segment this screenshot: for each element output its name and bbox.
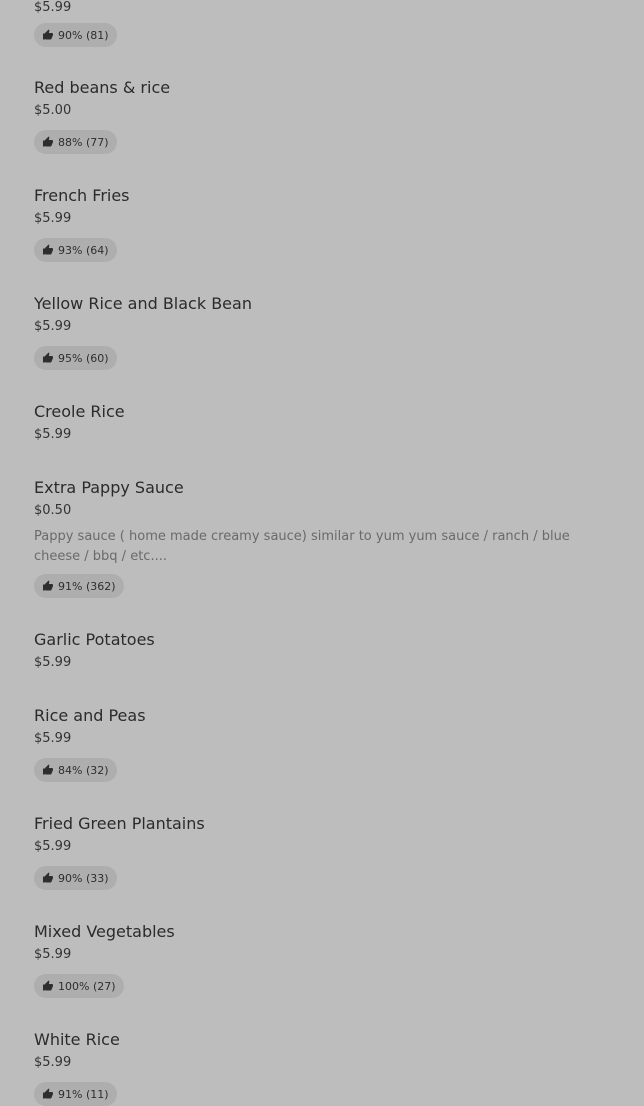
thumbs-up-icon xyxy=(42,29,54,41)
item-price: $0.50 xyxy=(34,503,72,518)
rating-badge: 91% (362) xyxy=(34,574,124,598)
item-description: Pappy sauce ( home made creamy sauce) si… xyxy=(34,529,570,564)
rating-text: 91% (11) xyxy=(58,1087,109,1101)
thumbs-up-icon xyxy=(42,764,54,776)
item-name: Red beans & rice xyxy=(34,78,171,97)
rating-badge: 91% (11) xyxy=(34,1082,117,1106)
item-price: $5.99 xyxy=(34,731,72,746)
rating-badge: 95% (60) xyxy=(34,346,117,370)
rating-badge: 90% (81) xyxy=(34,23,117,47)
rating-text: 100% (27) xyxy=(58,979,116,993)
thumbs-up-icon xyxy=(42,244,54,256)
item-name: Yellow Rice and Black Bean xyxy=(34,294,252,313)
rating-text: 84% (32) xyxy=(58,763,109,777)
rating-text: 90% (81) xyxy=(58,28,109,42)
rating-badge: 84% (32) xyxy=(34,758,117,782)
item-name: Extra Pappy Sauce xyxy=(34,478,184,497)
item-price: $5.99 xyxy=(34,947,72,962)
item-name: Creole Rice xyxy=(34,402,125,421)
item-price: $5.99 xyxy=(34,655,72,670)
item-price: $5.99 xyxy=(34,1055,72,1070)
rating-badge: 88% (77) xyxy=(34,130,117,154)
item-price: $5.99 xyxy=(34,0,72,15)
thumbs-up-icon xyxy=(42,580,54,592)
rating-text: 91% (362) xyxy=(58,579,116,593)
item-name: Mixed Vegetables xyxy=(34,922,175,941)
item-name: French Fries xyxy=(34,186,130,205)
rating-badge: 100% (27) xyxy=(34,974,124,998)
item-name: Garlic Potatoes xyxy=(34,630,155,649)
item-name: Rice and Peas xyxy=(34,706,146,725)
thumbs-up-icon xyxy=(42,136,54,148)
thumbs-up-icon xyxy=(42,872,54,884)
item-price: $5.99 xyxy=(34,839,72,854)
rating-text: 88% (77) xyxy=(58,135,109,149)
item-price: $5.00 xyxy=(34,103,72,118)
item-name: Fried Green Plantains xyxy=(34,814,205,833)
thumbs-up-icon xyxy=(42,1088,54,1100)
thumbs-up-icon xyxy=(42,980,54,992)
item-price: $5.99 xyxy=(34,319,72,334)
item-price: $5.99 xyxy=(34,427,72,442)
rating-badge: 90% (33) xyxy=(34,866,117,890)
item-name: White Rice xyxy=(34,1030,120,1049)
rating-text: 95% (60) xyxy=(58,351,109,365)
rating-text: 90% (33) xyxy=(58,871,109,885)
thumbs-up-icon xyxy=(42,352,54,364)
item-price: $5.99 xyxy=(34,211,72,226)
rating-badge: 93% (64) xyxy=(34,238,117,262)
rating-text: 93% (64) xyxy=(58,243,109,257)
